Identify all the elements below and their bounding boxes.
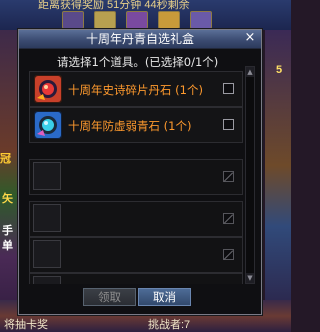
item-list: 十周年史诗碎片丹石 (1个) 十周年防虚弱青石 (1个)	[29, 71, 243, 284]
empty-item-slot	[33, 204, 61, 232]
empty-item-row	[29, 201, 243, 237]
item-checkbox[interactable]	[223, 83, 234, 94]
background-bottom-right-text: 挑战者:7	[148, 319, 191, 331]
claim-button[interactable]: 领取	[83, 288, 136, 306]
reward-slot	[126, 11, 148, 29]
empty-item-row	[29, 273, 243, 284]
scroll-down-icon[interactable]: ▼	[246, 273, 254, 283]
dialog-title: 十周年丹青自选礼盒	[85, 32, 194, 46]
reward-timer-bar: 距离获得奖励 51分钟 44秒剩余	[0, 0, 291, 30]
red-stone-icon	[34, 75, 62, 103]
scroll-up-icon[interactable]: ▲	[246, 67, 254, 77]
reward-slot	[190, 11, 212, 29]
background-bottom-left-text: 将抽卡奖	[4, 319, 48, 331]
background-side-text: 冠	[0, 153, 11, 165]
gift-box-dialog: 十周年丹青自选礼盒 × 请选择1个道具。(已选择0/1个) 十周年史诗碎片丹石 …	[18, 29, 262, 315]
empty-item-row	[29, 159, 243, 195]
empty-item-row	[29, 237, 243, 273]
selection-prompt: 请选择1个道具。(已选择0/1个)	[57, 55, 219, 69]
blue-stone-icon	[34, 111, 62, 139]
item-name: 十周年防虚弱青石 (1个)	[68, 119, 192, 133]
reward-slot	[62, 11, 84, 29]
reward-slot	[94, 11, 116, 29]
list-scrollbar[interactable]: ▲ ▼	[245, 66, 255, 284]
close-icon[interactable]: ×	[243, 31, 257, 45]
disabled-checkbox	[223, 213, 234, 224]
background-side-text: 单	[2, 240, 13, 252]
disabled-checkbox	[223, 171, 234, 182]
reward-slot	[158, 11, 180, 29]
cancel-button[interactable]: 取消	[138, 288, 191, 306]
background-side-text: 5	[276, 64, 283, 76]
item-name: 十周年史诗碎片丹石 (1个)	[68, 83, 203, 97]
empty-item-slot	[33, 162, 61, 190]
disabled-checkbox	[223, 249, 234, 260]
item-row-epic-stone[interactable]: 十周年史诗碎片丹石 (1个)	[29, 71, 243, 107]
empty-item-slot	[33, 276, 61, 284]
background-side-text: 手	[2, 225, 13, 237]
dialog-title-bar[interactable]: 十周年丹青自选礼盒 ×	[19, 30, 261, 49]
empty-item-slot	[33, 240, 61, 268]
background-side-text: 矢	[2, 193, 13, 205]
item-checkbox[interactable]	[223, 119, 234, 130]
item-row-anti-weak-stone[interactable]: 十周年防虚弱青石 (1个)	[29, 107, 243, 143]
